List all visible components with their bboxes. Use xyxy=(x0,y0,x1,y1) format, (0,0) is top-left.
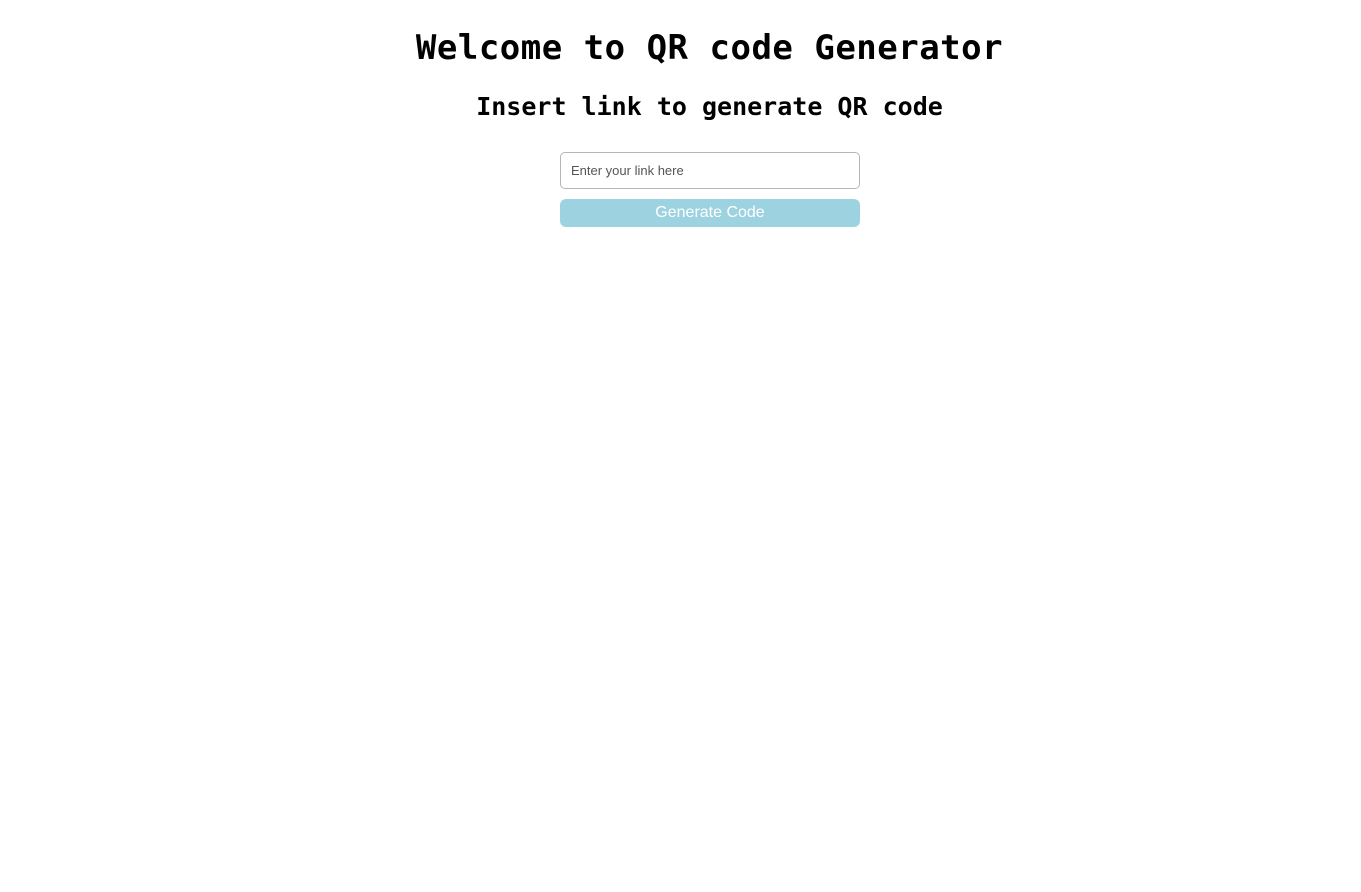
link-input[interactable] xyxy=(560,152,860,189)
page-title: Welcome to QR code Generator xyxy=(415,28,1004,68)
generate-code-button[interactable]: Generate Code xyxy=(560,199,860,227)
qr-generator-page: Welcome to QR code Generator Insert link… xyxy=(0,0,1361,892)
qr-code-output xyxy=(560,240,860,241)
qr-form: Generate Code xyxy=(560,152,860,227)
page-subtitle: Insert link to generate QR code xyxy=(476,92,943,121)
